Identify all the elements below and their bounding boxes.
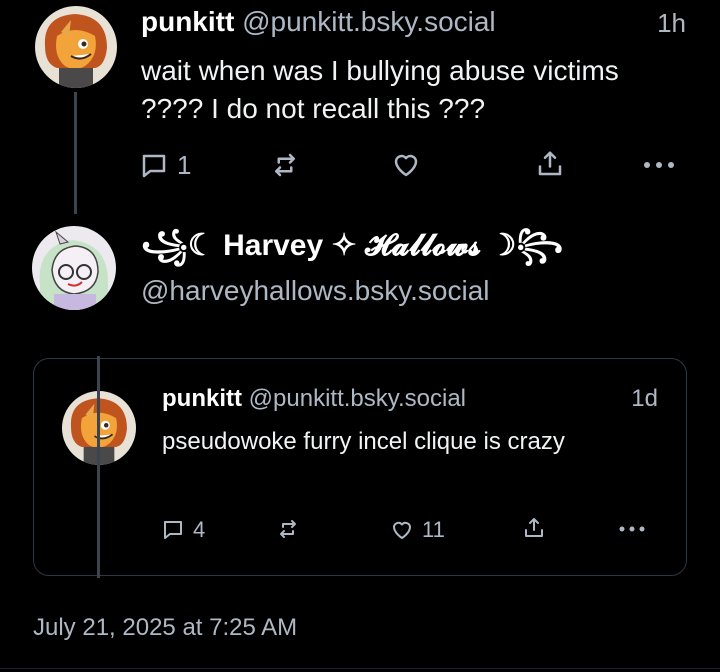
reply-button[interactable]: 1 <box>139 150 191 181</box>
post-timestamp[interactable]: 1h <box>657 8 686 39</box>
divider <box>0 668 720 669</box>
quote-repost-button[interactable] <box>276 517 300 541</box>
more-options-button[interactable] <box>641 150 677 180</box>
repost-icon <box>270 150 300 180</box>
post-text: wait when was I bullying abuse victims ?… <box>141 55 619 124</box>
quote-more-options-button[interactable] <box>617 517 647 541</box>
post-header: punkitt @punkitt.bsky.social <box>141 6 496 38</box>
thread-connector-line <box>74 92 77 214</box>
quote-reply-count: 4 <box>193 517 206 542</box>
quote-author-name[interactable]: punkitt <box>162 385 242 412</box>
quote-author-handle[interactable]: @punkitt.bsky.social <box>249 385 466 412</box>
like-button[interactable] <box>390 150 422 180</box>
author-handle[interactable]: @harveyhallows.bsky.social <box>141 275 489 307</box>
heart-icon <box>390 518 414 542</box>
reply-icon <box>161 518 185 542</box>
avatar-harvey[interactable] <box>32 226 116 310</box>
author-display-name[interactable]: ꧁☾ Harvey ✧ 𝓗𝓪𝓵𝓵𝓸𝔀𝓼 ☽꧂ <box>141 222 563 283</box>
post-date: July 21, 2025 at 7:25 AM <box>33 614 298 641</box>
reply-icon <box>139 151 169 181</box>
share-icon <box>522 515 546 541</box>
thread-connector-line <box>97 356 100 578</box>
reply-count: 1 <box>177 150 192 180</box>
repost-icon <box>276 517 300 541</box>
author-handle[interactable]: @punkitt.bsky.social <box>242 6 496 37</box>
share-icon <box>535 148 565 180</box>
quote-share-button[interactable] <box>522 515 546 541</box>
avatar-punkitt[interactable] <box>35 6 117 88</box>
author-name[interactable]: punkitt <box>141 6 234 37</box>
quote-text: pseudowoke furry incel clique is crazy <box>162 428 565 455</box>
quote-reply-button[interactable]: 4 <box>161 517 205 543</box>
more-dots-icon <box>617 517 647 541</box>
quote-like-count: 11 <box>422 517 445 542</box>
quote-like-button[interactable]: 11 <box>390 517 445 543</box>
quote-timestamp[interactable]: 1d <box>631 385 658 413</box>
quote-header: punkitt @punkitt.bsky.social <box>162 385 466 413</box>
more-dots-icon <box>641 150 677 180</box>
quoted-post-card[interactable]: punkitt @punkitt.bsky.social 1d pseudowo… <box>33 358 687 576</box>
heart-icon <box>390 150 422 180</box>
share-button[interactable] <box>535 148 565 180</box>
repost-button[interactable] <box>270 150 300 180</box>
